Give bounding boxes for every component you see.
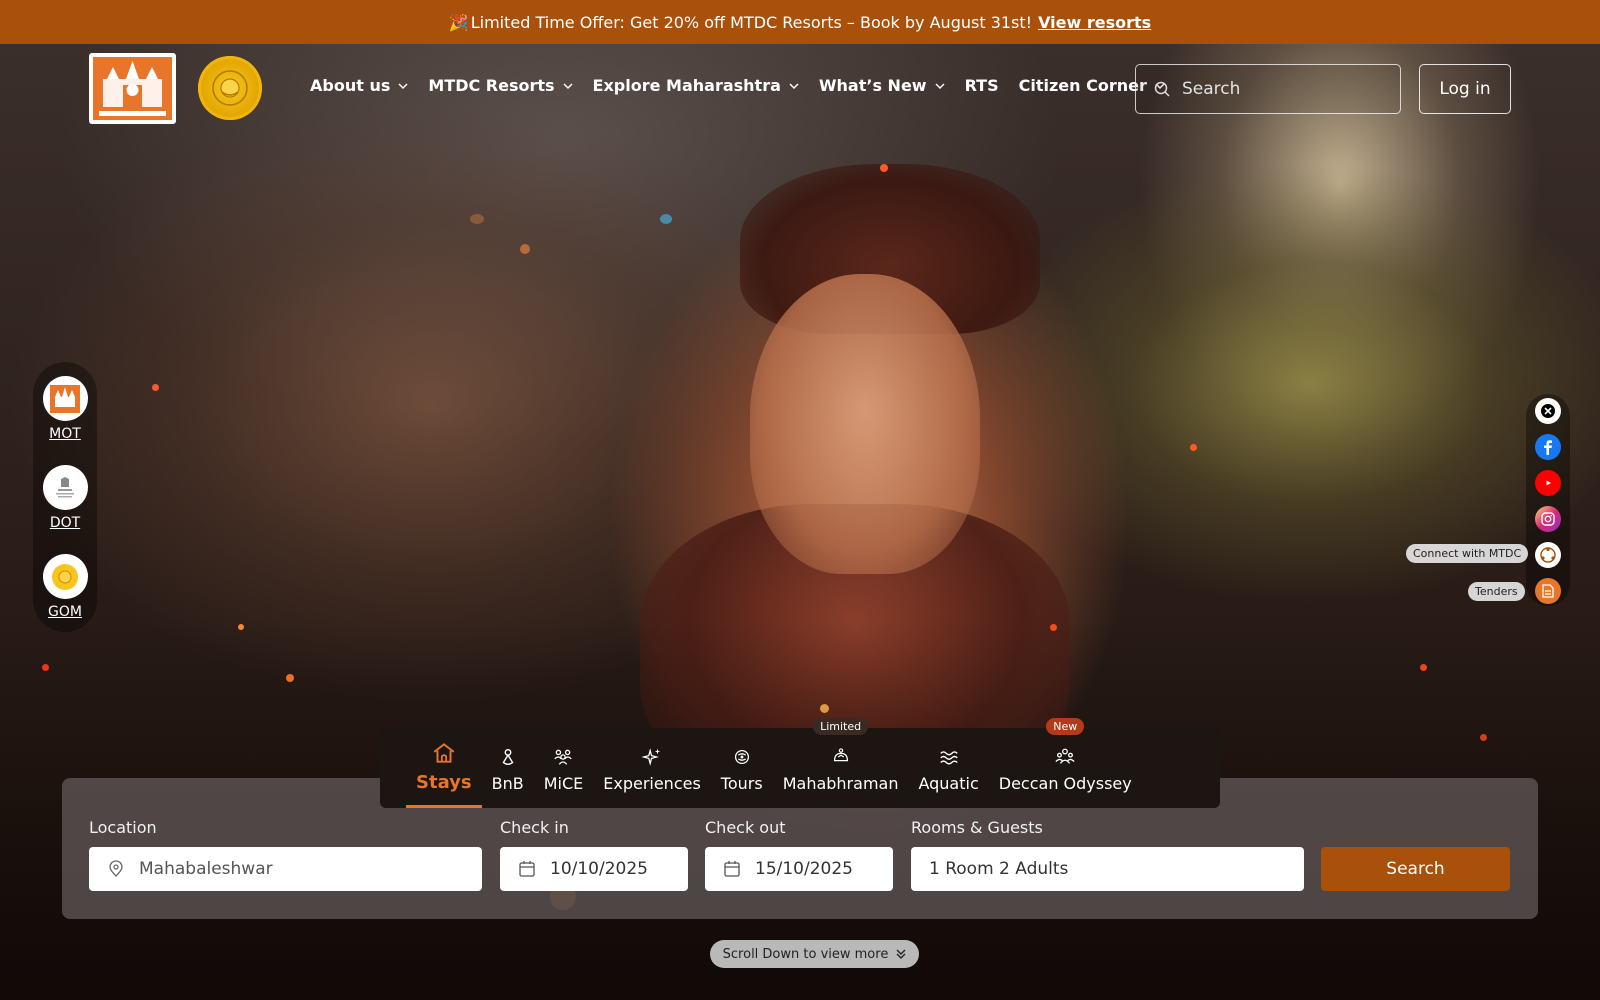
checkin-label: Check in <box>500 818 569 837</box>
location-pin-icon <box>109 860 123 877</box>
nav-mtdc-resorts[interactable]: MTDC Resorts <box>428 76 573 95</box>
calendar-icon <box>724 861 740 877</box>
location-label: Location <box>89 818 157 837</box>
tab-tours[interactable]: Tours <box>711 728 773 808</box>
checkout-value: 15/10/2025 <box>755 859 853 879</box>
connect-icon[interactable] <box>1535 542 1561 568</box>
checkout-label: Check out <box>705 818 786 837</box>
maharashtra-tourism-logo-icon <box>42 376 88 421</box>
booking-tabs: Stays BnB MiCE Experiences Tours Limited… <box>380 718 1220 808</box>
promo-text: Limited Time Offer: Get 20% off MTDC Res… <box>470 12 1033 32</box>
login-button[interactable]: Log in <box>1419 64 1511 114</box>
tours-icon <box>734 749 749 765</box>
chevron-down-icon <box>563 82 573 89</box>
rooms-guests-value: 1 Room 2 Adults <box>929 859 1069 879</box>
tab-aquatic[interactable]: Aquatic <box>908 728 988 808</box>
x-icon[interactable] <box>1535 398 1561 424</box>
checkin-field[interactable]: 10/10/2025 <box>500 847 688 891</box>
connect-with-mtdc-label[interactable]: Connect with MTDC <box>1406 544 1529 563</box>
main-nav: About us MTDC Resorts Explore Maharashtr… <box>310 76 1185 95</box>
youtube-icon[interactable] <box>1535 470 1561 496</box>
chevron-down-icon <box>398 82 408 89</box>
tenders-label[interactable]: Tenders <box>1468 582 1525 601</box>
search-icon <box>1154 81 1170 97</box>
location-field[interactable]: Mahabaleshwar <box>89 847 482 891</box>
tenders-icon[interactable] <box>1535 578 1561 604</box>
tab-mice[interactable]: MiCE <box>534 728 594 808</box>
rail-item-mot[interactable]: MOT <box>33 376 97 442</box>
limited-badge: Limited <box>813 718 869 735</box>
rail-item-gom[interactable]: GOM <box>33 554 97 620</box>
gom-seal-icon <box>42 554 88 599</box>
tab-bnb[interactable]: BnB <box>482 728 534 808</box>
bnb-icon <box>502 748 514 766</box>
search-button[interactable]: Search <box>1321 847 1510 891</box>
new-badge: New <box>1046 718 1085 735</box>
government-emblem-icon <box>42 465 88 510</box>
nav-rts[interactable]: RTS <box>965 76 999 95</box>
waves-icon <box>939 751 958 765</box>
group-icon <box>554 749 573 765</box>
nav-whats-new[interactable]: What’s New <box>819 76 945 95</box>
sparkle-icon <box>641 748 661 766</box>
gom-seal-logo[interactable] <box>198 56 262 120</box>
tab-mahabhraman[interactable]: Limited Mahabhraman <box>773 718 909 808</box>
nav-explore-maharashtra[interactable]: Explore Maharashtra <box>593 76 799 95</box>
location-value: Mahabaleshwar <box>139 859 273 879</box>
facebook-icon[interactable] <box>1535 434 1561 460</box>
double-chevron-down-icon <box>896 949 906 959</box>
chevron-down-icon <box>789 82 799 89</box>
scroll-down-hint[interactable]: Scroll Down to view more <box>710 940 919 968</box>
site-header: About us MTDC Resorts Explore Maharashtr… <box>0 44 1600 136</box>
rooms-guests-label: Rooms & Guests <box>911 818 1043 837</box>
search-input[interactable] <box>1182 79 1382 99</box>
quick-links-rail: MOT DOT GOM <box>33 362 97 632</box>
mahabhraman-icon <box>833 748 848 762</box>
maharashtra-tourism-logo[interactable] <box>89 53 176 124</box>
checkout-field[interactable]: 15/10/2025 <box>705 847 893 891</box>
rooms-guests-field[interactable]: 1 Room 2 Adults <box>911 847 1304 891</box>
promo-banner: 🎉 Limited Time Offer: Get 20% off MTDC R… <box>0 0 1600 44</box>
people-icon <box>1055 748 1075 764</box>
tab-deccan-odyssey[interactable]: New Deccan Odyssey <box>989 718 1142 808</box>
chevron-down-icon <box>935 82 945 89</box>
calendar-icon <box>519 861 535 877</box>
view-resorts-link[interactable]: View resorts <box>1038 13 1151 32</box>
social-rail <box>1526 394 1570 606</box>
checkin-value: 10/10/2025 <box>550 859 648 879</box>
nav-about-us[interactable]: About us <box>310 76 408 95</box>
tab-experiences[interactable]: Experiences <box>593 728 711 808</box>
house-icon <box>433 743 455 763</box>
site-search[interactable] <box>1135 64 1401 114</box>
instagram-icon[interactable] <box>1535 506 1561 532</box>
rail-item-dot[interactable]: DOT <box>33 465 97 531</box>
party-popper-icon: 🎉 <box>448 12 469 32</box>
tab-stays[interactable]: Stays <box>406 728 482 808</box>
